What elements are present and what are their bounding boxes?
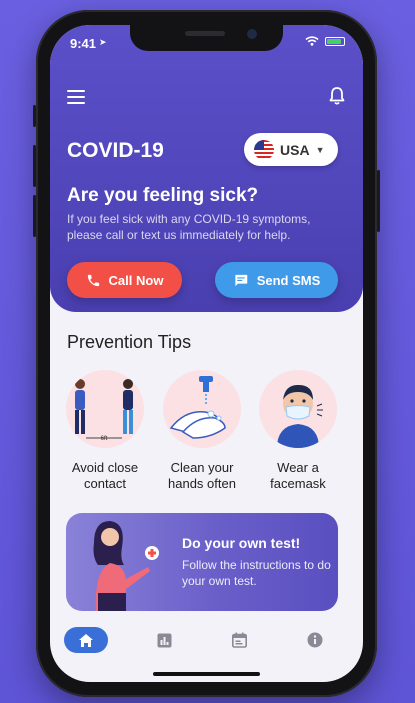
- power-button: [377, 170, 380, 232]
- tab-statistics[interactable]: [142, 627, 186, 653]
- tip-image-contact: 6ft: [66, 370, 144, 448]
- bottom-tab-bar: [50, 621, 363, 661]
- call-now-label: Call Now: [108, 272, 164, 288]
- notch: [130, 25, 283, 51]
- us-flag-icon: [254, 139, 274, 160]
- tip-clean-hands: Clean your hands often: [155, 370, 249, 492]
- people-distance-illustration: 6ft: [75, 379, 133, 442]
- call-now-button[interactable]: Call Now: [67, 262, 182, 298]
- self-test-card[interactable]: Do your own test! Follow the instruction…: [66, 513, 338, 611]
- tip-facemask: Wear a facemask: [251, 370, 345, 492]
- test-card-description: Follow the instructions to do your own t…: [182, 558, 331, 588]
- tip-image-mask: [259, 370, 337, 448]
- send-sms-label: Send SMS: [256, 272, 321, 288]
- status-time: 9:41: [70, 36, 97, 51]
- camera: [247, 29, 257, 39]
- app-title: COVID-19: [67, 139, 164, 162]
- calendar-icon: [231, 632, 247, 648]
- send-sms-button[interactable]: Send SMS: [215, 262, 338, 298]
- phone-frame: 9:41 ➤ COVID-19 USA ▼ Are you feeling si…: [33, 10, 380, 697]
- tip-label: Avoid close contact: [71, 460, 139, 491]
- sick-question: Are you feeling sick?: [67, 185, 259, 206]
- volume-down-button: [33, 195, 36, 237]
- status-icons: [305, 36, 345, 46]
- mute-switch: [33, 105, 36, 127]
- menu-icon[interactable]: [67, 90, 85, 104]
- tab-home[interactable]: [64, 627, 108, 653]
- wifi-icon: [305, 36, 319, 46]
- facemask-illustration: [277, 384, 323, 448]
- hand-washing-illustration: [169, 376, 226, 439]
- screen: 9:41 ➤ COVID-19 USA ▼ Are you feeling si…: [50, 25, 363, 682]
- battery-icon: [325, 36, 345, 46]
- sick-description: If you feel sick with any COVID-19 sympt…: [67, 212, 311, 242]
- bell-icon[interactable]: [328, 86, 346, 106]
- section-title: Prevention Tips: [67, 332, 192, 352]
- message-icon: [235, 274, 247, 286]
- tip-label: Clean your hands often: [168, 460, 236, 491]
- test-card-title: Do your own test!: [182, 535, 301, 551]
- phone-icon: [87, 274, 99, 286]
- tip-label: Wear a facemask: [270, 460, 326, 491]
- chart-icon: [157, 633, 171, 647]
- info-icon: [307, 632, 323, 648]
- woman-illustration: [93, 521, 159, 611]
- header-panel: 9:41 ➤ COVID-19 USA ▼ Are you feeling si…: [50, 25, 363, 312]
- chevron-down-icon: ▼: [315, 144, 325, 155]
- tab-info[interactable]: [293, 627, 337, 653]
- tip-image-hands: [163, 370, 241, 448]
- tab-calendar[interactable]: [217, 627, 261, 653]
- tip-avoid-contact: 6ft Avoid close contact: [58, 370, 152, 492]
- home-indicator: [153, 672, 260, 676]
- volume-up-button: [33, 145, 36, 187]
- country-selector[interactable]: USA ▼: [244, 133, 338, 166]
- country-label: USA: [280, 141, 310, 158]
- location-arrow-icon: ➤: [99, 37, 107, 47]
- distance-label: 6ft: [101, 436, 108, 442]
- home-icon: [79, 633, 93, 647]
- speaker: [185, 31, 225, 36]
